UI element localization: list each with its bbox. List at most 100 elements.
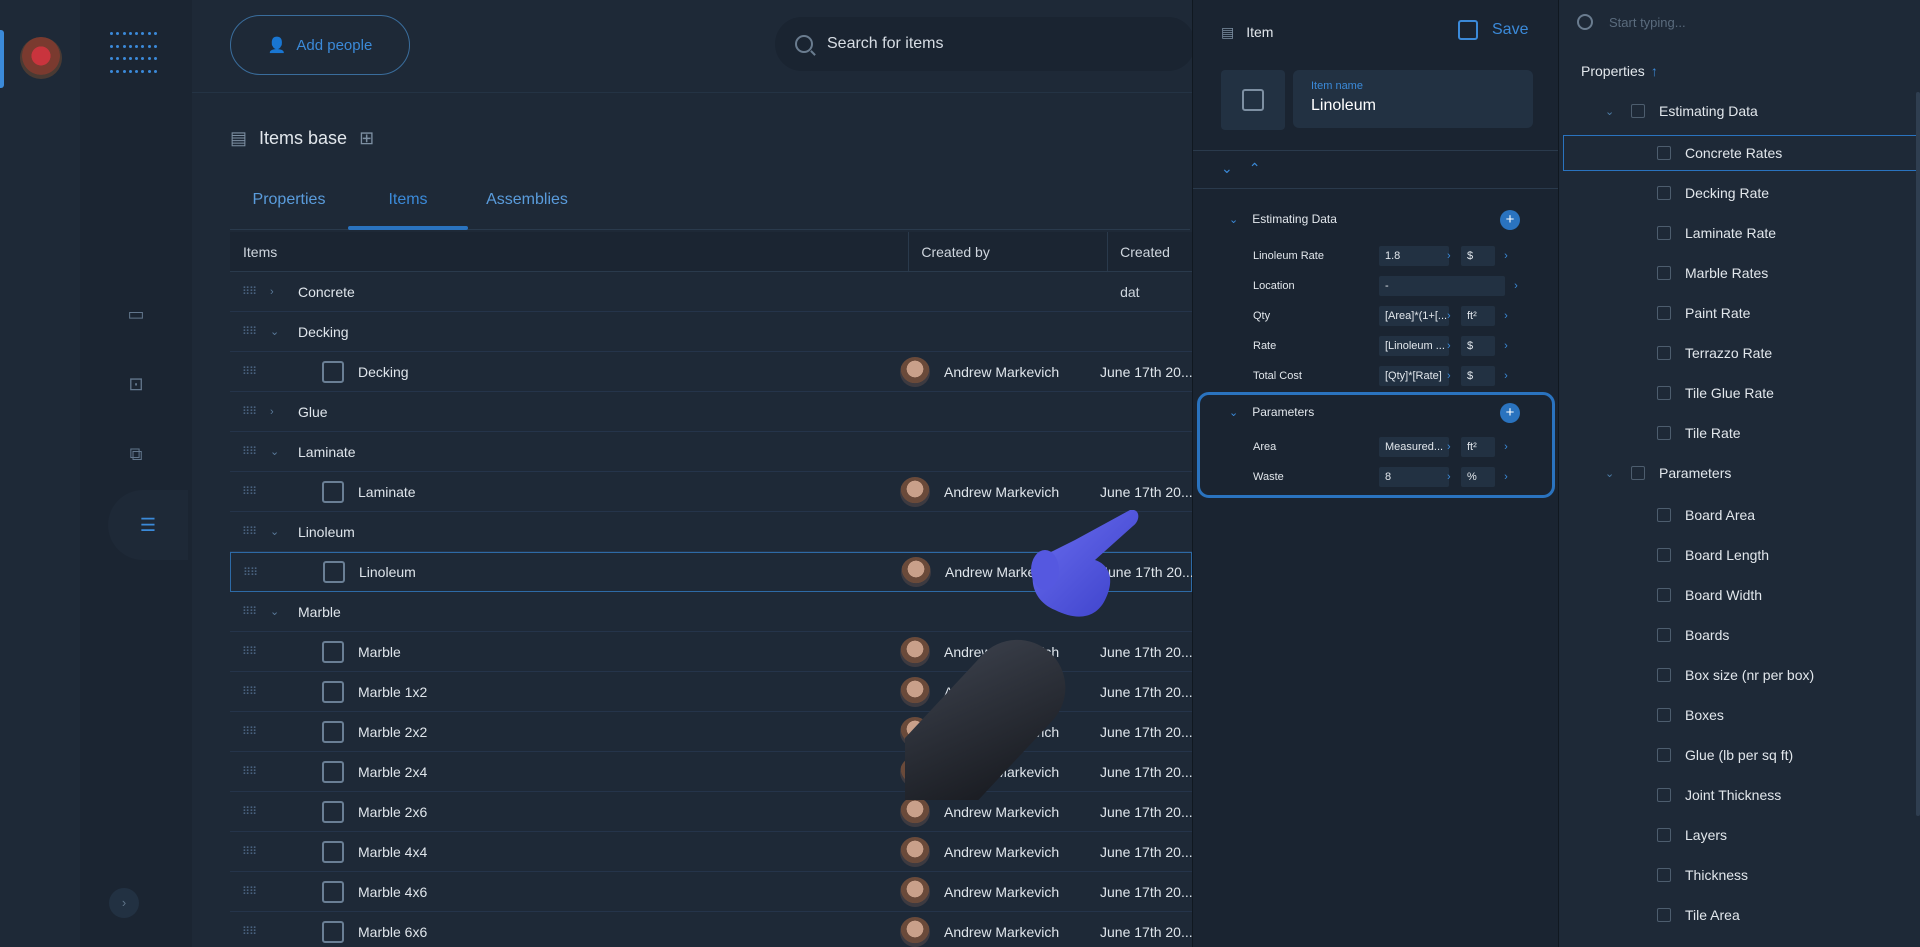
scrollbar[interactable] [1916, 92, 1920, 816]
chevron-right-icon[interactable]: › [1447, 310, 1457, 322]
picker-item[interactable]: Board Area [1657, 507, 1755, 523]
checkbox[interactable] [1657, 628, 1671, 642]
column-items[interactable]: Items [230, 244, 908, 260]
chevron-right-icon[interactable]: › [1499, 370, 1513, 382]
drag-handle-icon[interactable]: ⠿⠿ [242, 845, 262, 858]
property-row[interactable]: Total Cost [Qty]*[Rate] › $ › [1253, 365, 1523, 387]
property-value[interactable]: 1.8 [1379, 246, 1449, 266]
column-created-by[interactable]: Created by [908, 231, 1107, 272]
checkbox[interactable] [1657, 668, 1671, 682]
picker-search[interactable]: Start typing... [1577, 14, 1686, 30]
drag-handle-icon[interactable]: ⠿⠿ [242, 525, 262, 538]
checkbox[interactable] [1657, 266, 1671, 280]
property-unit[interactable]: $ [1461, 366, 1495, 386]
table-row[interactable]: ⠿⠿ › Concrete [230, 272, 1192, 312]
drag-handle-icon[interactable]: ⠿⠿ [242, 925, 262, 938]
add-estimating-button[interactable]: + [1500, 210, 1520, 230]
property-row[interactable]: Area Measured... › ft² › [1253, 436, 1523, 458]
picker-item[interactable]: Joint Thickness [1657, 787, 1781, 803]
checkbox[interactable] [1657, 386, 1671, 400]
checkbox[interactable] [1657, 508, 1671, 522]
checkbox[interactable] [1657, 908, 1671, 922]
chevron-down-icon[interactable]: ⌄ [270, 525, 290, 538]
checkbox[interactable] [1657, 548, 1671, 562]
property-value[interactable]: [Linoleum ... [1379, 336, 1449, 356]
layers-icon[interactable]: ⧉ [125, 443, 147, 465]
table-row[interactable]: ⠿⠿ Laminate Andrew Markevich June 17th 20..… [230, 472, 1192, 512]
drag-handle-icon[interactable]: ⠿⠿ [242, 445, 262, 458]
table-row[interactable]: ⠿⠿ Marble 6x6 Andrew Markevich June 17th 20… [230, 912, 1192, 947]
chevron-right-icon[interactable]: › [1499, 441, 1513, 453]
sort-arrow-icon[interactable]: ↑ [1651, 63, 1658, 79]
picker-item[interactable]: Board Length [1657, 547, 1769, 563]
chevron-right-icon[interactable]: › [1499, 310, 1513, 322]
checkbox[interactable] [1657, 748, 1671, 762]
search-input[interactable]: Search for items [775, 17, 1195, 71]
picker-item[interactable]: Glue (lb per sq ft) [1657, 747, 1793, 763]
chevron-down-icon[interactable]: ⌄ [270, 605, 290, 618]
drag-handle-icon[interactable]: ⠿⠿ [242, 805, 262, 818]
tab-assemblies[interactable]: Assemblies [468, 188, 586, 229]
table-row[interactable]: ⠿⠿ ⌄ Decking [230, 312, 1192, 352]
chevron-right-icon[interactable]: › [1499, 250, 1513, 262]
chevron-right-icon[interactable]: › [1447, 441, 1457, 453]
chevron-right-icon[interactable]: › [1447, 340, 1457, 352]
picker-item[interactable]: Decking Rate [1657, 185, 1769, 201]
estimating-group-header[interactable]: ⌄ Estimating Data [1229, 212, 1337, 226]
chevron-down-icon[interactable]: ⌄ [270, 325, 290, 338]
picker-item[interactable]: Tile Glue Rate [1657, 385, 1774, 401]
drag-handle-icon[interactable]: ⠿⠿ [242, 325, 262, 338]
drag-handle-icon[interactable]: ⠿⠿ [242, 485, 262, 498]
drag-handle-icon[interactable]: ⠿⠿ [243, 566, 263, 579]
chevron-down-icon[interactable]: ⌄ [1605, 467, 1617, 480]
picker-item[interactable]: Boards [1657, 627, 1729, 643]
checkbox[interactable] [1657, 346, 1671, 360]
picker-item[interactable]: Paint Rate [1657, 305, 1750, 321]
table-row[interactable]: ⠿⠿ › Glue [230, 392, 1192, 432]
picker-item[interactable]: Marble Rates [1657, 265, 1768, 281]
chevron-right-icon[interactable]: › [1447, 370, 1457, 382]
property-value[interactable]: - [1379, 276, 1505, 296]
drag-handle-icon[interactable]: ⠿⠿ [242, 885, 262, 898]
chevron-right-icon[interactable]: › [270, 406, 290, 418]
expand-sidebar-button[interactable]: › [109, 888, 139, 918]
property-value[interactable]: Measured... [1379, 437, 1449, 457]
workspace-avatar[interactable] [20, 37, 62, 79]
property-row[interactable]: Location - › [1253, 275, 1523, 297]
property-value[interactable]: [Qty]*[Rate] [1379, 366, 1449, 386]
save-button[interactable]: Save [1458, 20, 1528, 40]
checkbox[interactable] [1657, 588, 1671, 602]
picker-title[interactable]: Properties ↑ [1581, 63, 1658, 79]
picker-item[interactable]: Board Width [1657, 587, 1762, 603]
drag-handle-icon[interactable]: ⠿⠿ [242, 405, 262, 418]
drag-handle-icon[interactable]: ⠿⠿ [242, 645, 262, 658]
checkbox[interactable] [1631, 466, 1645, 480]
folder-icon[interactable]: ▭ [125, 303, 147, 325]
column-created-date[interactable]: Created dat [1107, 231, 1192, 300]
add-folder-icon[interactable]: ⊞ [359, 128, 374, 149]
property-unit[interactable]: ft² [1461, 437, 1495, 457]
picker-group[interactable]: ⌄ Estimating Data [1605, 103, 1758, 119]
checkbox[interactable] [1657, 828, 1671, 842]
picker-item[interactable]: Thickness [1657, 867, 1748, 883]
collapse-all-icon[interactable]: ⌃ [1249, 160, 1261, 177]
checkbox[interactable] [1657, 788, 1671, 802]
property-unit[interactable]: ft² [1461, 306, 1495, 326]
add-parameter-button[interactable]: + [1500, 403, 1520, 423]
picker-item[interactable]: Terrazzo Rate [1657, 345, 1772, 361]
database-icon[interactable]: ☰ [108, 490, 188, 560]
table-row[interactable]: ⠿⠿ Decking Andrew Markevich June 17th 20... [230, 352, 1192, 392]
checkbox[interactable] [1657, 868, 1671, 882]
chevron-right-icon[interactable]: › [1509, 280, 1523, 292]
picker-item[interactable]: Laminate Rate [1657, 225, 1776, 241]
tab-items[interactable]: Items [348, 188, 468, 230]
drag-handle-icon[interactable]: ⠿⠿ [242, 685, 262, 698]
chevron-right-icon[interactable]: › [1499, 340, 1513, 352]
checkbox[interactable] [1657, 226, 1671, 240]
table-row[interactable]: ⠿⠿ ⌄ Laminate [230, 432, 1192, 472]
checkbox[interactable] [1657, 426, 1671, 440]
checkbox[interactable] [1657, 306, 1671, 320]
picker-item[interactable]: Box size (nr per box) [1657, 667, 1814, 683]
apps-grid-icon[interactable] [110, 32, 158, 80]
property-value[interactable]: 8 [1379, 467, 1449, 487]
